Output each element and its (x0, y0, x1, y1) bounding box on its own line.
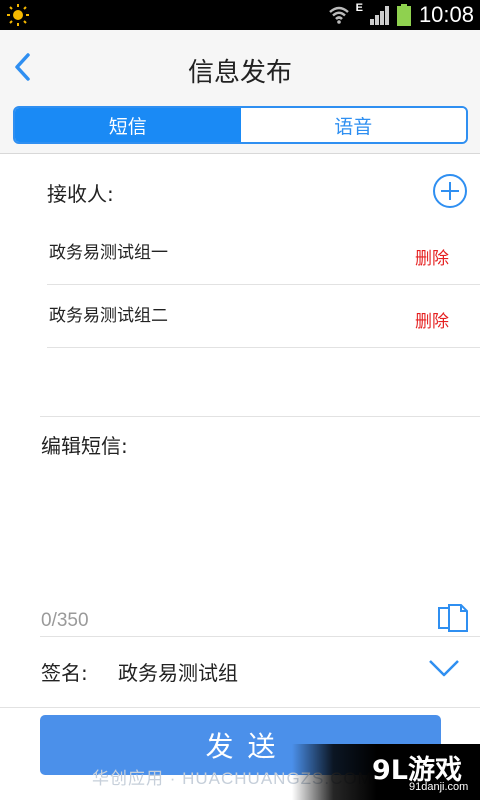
chevron-down-icon[interactable] (427, 657, 461, 679)
wifi-icon (328, 6, 349, 24)
message-label: 编辑短信: (41, 434, 128, 458)
paste-icon[interactable] (437, 603, 469, 633)
tab-voice[interactable]: 语音 (240, 108, 466, 142)
divider (40, 416, 480, 417)
network-type: E (355, 2, 363, 14)
app-header: 信息发布 (0, 30, 480, 104)
signature-label: 签名: (41, 661, 88, 685)
char-counter: 0/350 (41, 610, 89, 631)
recipient-name: 政务易测试组二 (49, 306, 168, 326)
segmented-control: 短信 语音 (13, 106, 468, 144)
recipients-label: 接收人: (47, 182, 114, 206)
clock: 10:08 (418, 2, 474, 27)
tab-sms[interactable]: 短信 (15, 108, 241, 142)
screen: E 10:08 信息发布 短信 语音 接收人: 政务易测试组一 删除 政务易测试… (0, 0, 480, 800)
recipient-row: 政务易测试组一 删除 (47, 222, 480, 285)
brightness-icon (7, 4, 29, 26)
status-bar: E 10:08 (0, 0, 480, 30)
recipient-row: 政务易测试组二 删除 (47, 285, 480, 348)
add-circle-icon[interactable] (432, 173, 468, 209)
battery-icon (396, 4, 411, 26)
divider (0, 707, 480, 708)
divider (40, 636, 480, 637)
message-input[interactable] (40, 462, 480, 602)
delete-button[interactable]: 删除 (415, 307, 449, 332)
signature-select[interactable]: 政务易测试组 (118, 657, 238, 686)
signal-icon (369, 6, 389, 25)
tab-bar: 短信 语音 (0, 104, 480, 154)
recipient-name: 政务易测试组一 (49, 243, 168, 263)
watermark-logo-sub: 91danji.com (409, 781, 469, 793)
page-title: 信息发布 (187, 58, 292, 88)
delete-button[interactable]: 删除 (415, 244, 449, 269)
